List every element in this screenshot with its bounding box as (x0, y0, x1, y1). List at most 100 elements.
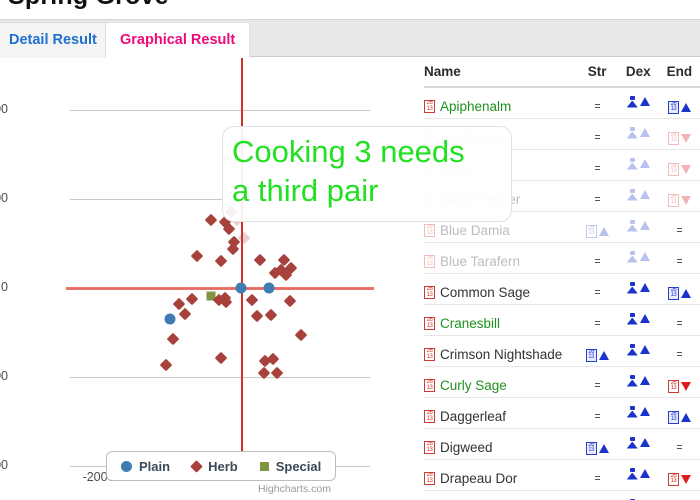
data-point-herb[interactable] (185, 292, 199, 306)
rank-box-icon: 26 13 (667, 379, 679, 393)
equals-icon (676, 320, 682, 325)
data-point-herb[interactable] (295, 328, 308, 342)
data-point-plain[interactable] (235, 282, 247, 294)
stat-down: 26 13 (667, 193, 691, 207)
data-point-herb[interactable] (190, 249, 204, 263)
cell-name[interactable]: 26 13 Digweed (424, 428, 577, 460)
ingredient-name[interactable]: Daggerleaf (440, 409, 506, 424)
cell-end: 26 13 (658, 149, 700, 181)
ingredient-name[interactable]: Apiphenalm (440, 99, 511, 114)
cell-dex (617, 304, 659, 336)
data-point-herb[interactable] (178, 307, 192, 321)
stat-up: 26 13 (667, 286, 691, 300)
stat-dex (627, 374, 650, 387)
table-row[interactable]: 26 13 Drapeau Dor 26 13 (424, 459, 700, 491)
cell-name[interactable]: 26 13 Blue Tarafern (424, 242, 577, 274)
data-point-herb[interactable] (265, 308, 278, 322)
table-row[interactable]: 26 13 Curly Sage 26 13 (424, 366, 700, 398)
stat-equal (594, 320, 600, 325)
data-point-herb[interactable] (214, 254, 228, 268)
table-row[interactable]: 2613Garlic (424, 490, 700, 500)
table-row[interactable]: 26 13 Blue Tarafern (424, 242, 700, 274)
equals-icon (594, 320, 600, 325)
ingredient-name[interactable]: Asafoetida (440, 130, 504, 145)
ingredient-name[interactable]: Basil (440, 161, 469, 176)
cell-name[interactable]: 2613Garlic (424, 490, 577, 500)
table-row[interactable]: 26 13 Crimson Nightshade 26 13 (424, 335, 700, 367)
ingredient-name[interactable]: Curly Sage (440, 378, 507, 393)
cell-name[interactable]: 26 13 Asafoetida (424, 118, 577, 150)
table-row[interactable]: 26 13 Basil 26 13 (424, 149, 700, 181)
data-point-plain[interactable] (164, 313, 176, 325)
ingredient-name[interactable]: Crimson Nightshade (440, 347, 562, 362)
column-header-end[interactable]: End (658, 58, 700, 88)
cell-end: 26 13 (658, 366, 700, 398)
cell-str (576, 180, 618, 212)
rank-box-icon: 26 13 (667, 100, 679, 114)
rank-box-icon: 26 13 (424, 286, 435, 299)
ingredient-name[interactable]: Common Sage (440, 285, 530, 300)
table-row[interactable]: 26 13 Black Pepper 26 13 (424, 180, 700, 212)
cell-name[interactable]: 26 13 Black Pepper (424, 180, 577, 212)
cell-dex (617, 87, 659, 119)
data-point-herb[interactable] (237, 231, 251, 245)
column-header-name[interactable]: Name (424, 58, 577, 88)
stat-equal (676, 320, 682, 325)
stat-equal (594, 382, 600, 387)
chart-legend: Plain Herb Special (106, 451, 337, 481)
cell-name[interactable]: 26 13 Common Sage (424, 273, 577, 305)
data-point-herb[interactable] (283, 294, 297, 308)
legend-item-special[interactable]: Special (259, 459, 321, 474)
table-row[interactable]: 26 13 Daggerleaf 26 13 (424, 397, 700, 429)
column-header-dex[interactable]: Dex (617, 58, 659, 88)
table-row[interactable]: 26 13 Cranesbill (424, 304, 700, 336)
cell-name[interactable]: 26 13 Basil (424, 149, 577, 181)
data-point-plain[interactable] (263, 282, 275, 294)
ingredient-name[interactable]: Cranesbill (440, 316, 500, 331)
arrow-up-icon (639, 159, 650, 168)
arrow-up-icon (598, 226, 609, 236)
stat-dex (627, 405, 650, 418)
tab-detail-result[interactable]: Detail Result (0, 22, 112, 58)
data-point-herb[interactable] (250, 309, 264, 322)
data-point-herb[interactable] (214, 351, 228, 365)
cell-name[interactable]: 26 13 Cranesbill (424, 304, 577, 336)
cell-name[interactable]: 26 13 Crimson Nightshade (424, 335, 577, 367)
data-point-herb[interactable] (204, 213, 218, 227)
rank-box-icon: 26 13 (424, 317, 435, 330)
data-point-herb[interactable] (166, 332, 180, 346)
data-point-herb[interactable] (160, 359, 173, 372)
ingredient-name[interactable]: Blue Damia (440, 223, 510, 238)
data-point-herb[interactable] (253, 254, 267, 267)
rank-box-icon: 26 13 (585, 224, 597, 238)
cell-name[interactable]: 26 13 Daggerleaf (424, 397, 577, 429)
tab-graphical-result[interactable]: Graphical Result (105, 22, 251, 58)
cell-name[interactable]: 26 13 Blue Damia (424, 211, 577, 243)
ingredient-name[interactable]: Drapeau Dor (440, 471, 517, 486)
person-icon (627, 467, 638, 480)
ingredient-name[interactable]: Black Pepper (440, 192, 520, 207)
person-icon (627, 281, 638, 294)
table-row[interactable]: 26 13 Asafoetida 26 13 (424, 118, 700, 150)
cell-name[interactable]: 26 13 Drapeau Dor (424, 459, 577, 491)
stat-dex (627, 467, 650, 480)
column-header-str[interactable]: Str (576, 58, 618, 88)
y-axis-tick-label: 1000 (0, 191, 8, 205)
cell-name[interactable]: 26 13 Apiphenalm (424, 87, 577, 119)
ingredient-name[interactable]: Blue Tarafern (440, 254, 520, 269)
ingredient-name[interactable]: Digweed (440, 440, 493, 455)
data-point-herb[interactable] (245, 294, 259, 307)
table-row[interactable]: 26 13 Blue Damia 26 13 (424, 211, 700, 243)
legend-item-herb[interactable]: Herb (190, 459, 238, 474)
cell-name[interactable]: 26 13 Curly Sage (424, 366, 577, 398)
cell-end: 26 13 (658, 87, 700, 119)
person-icon (627, 219, 638, 232)
legend-item-plain[interactable]: Plain (121, 459, 170, 474)
arrow-up-icon (639, 252, 650, 261)
highcharts-credit[interactable]: Highcharts.com (258, 483, 331, 495)
table-row[interactable]: 26 13 Apiphenalm 26 13 (424, 87, 700, 119)
cell-dex (617, 118, 659, 150)
arrow-down-icon (680, 195, 691, 205)
table-row[interactable]: 26 13 Common Sage 26 13 (424, 273, 700, 305)
table-row[interactable]: 26 13 Digweed 26 13 (424, 428, 700, 460)
